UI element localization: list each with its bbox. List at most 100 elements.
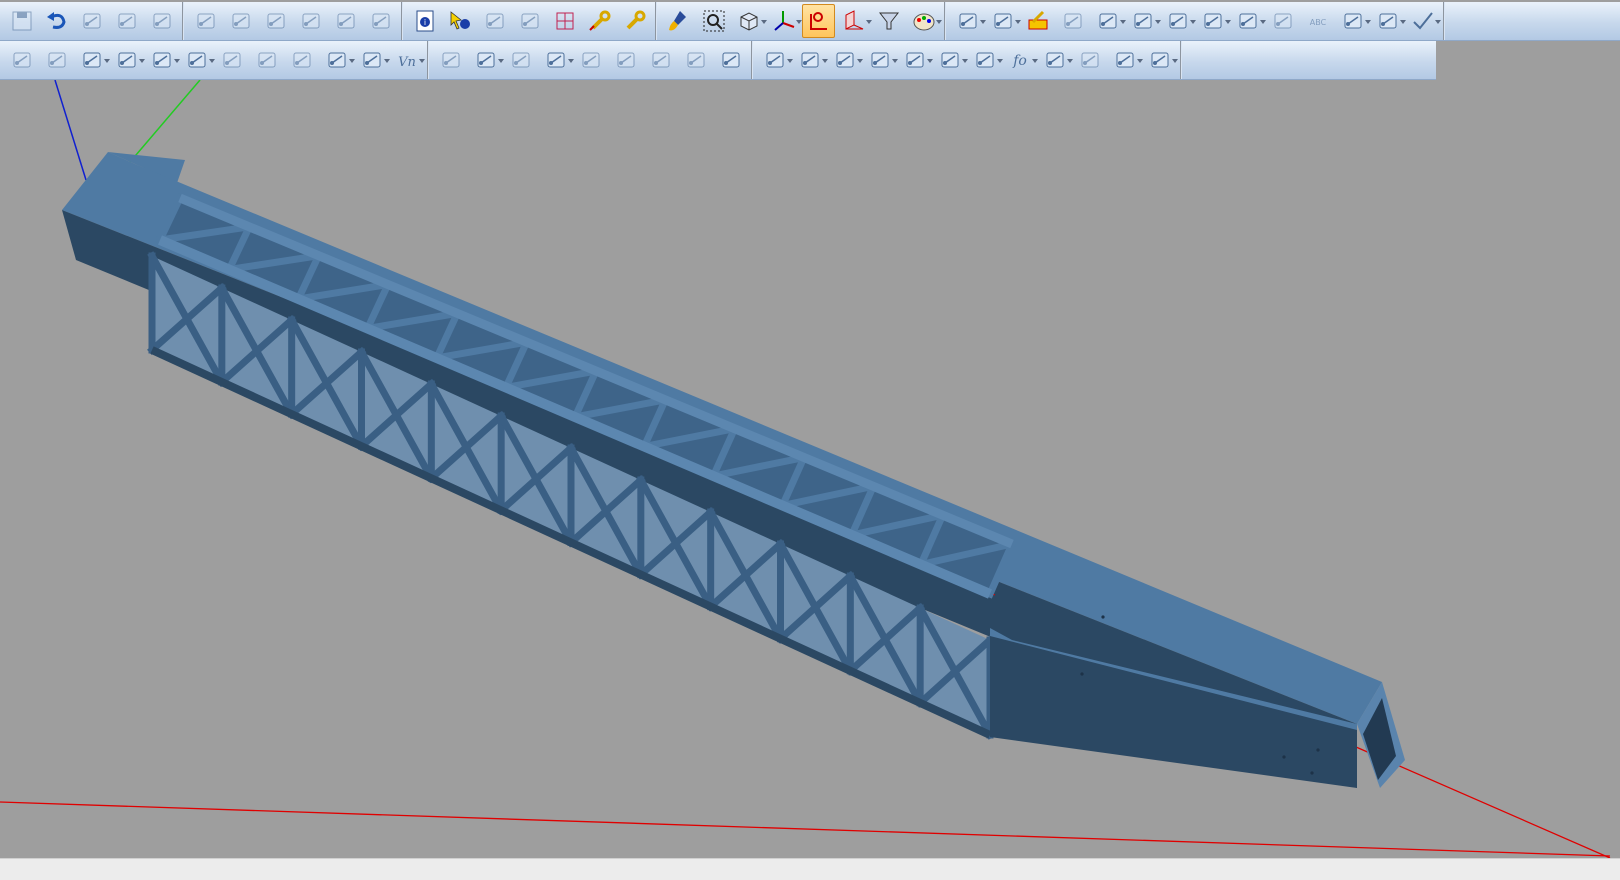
sketch-mirror-button[interactable] [259,4,292,38]
pen-button[interactable] [5,43,38,77]
scissor-icon [547,52,564,68]
array-button[interactable] [285,43,318,77]
pen-icon [13,52,30,68]
circle-button[interactable] [1126,4,1161,38]
checklist-button[interactable] [828,43,863,77]
model-scene[interactable] [0,80,1620,858]
grid-button[interactable] [548,4,581,38]
shaded-mode-button[interactable] [802,4,835,38]
view-cube-button[interactable] [732,4,767,38]
target-button[interactable] [513,4,546,38]
unfold-button[interactable] [714,43,747,77]
pattern-button[interactable] [250,43,283,77]
extrude-button[interactable] [180,43,215,77]
beam-button[interactable] [898,43,933,77]
toolbar-group-geometry: ABC [946,2,1445,40]
pencil-button[interactable] [1073,43,1106,77]
arc-button[interactable] [1161,4,1196,38]
cup-icon [363,52,380,68]
measure-button[interactable] [145,4,178,38]
bend-2-button[interactable] [609,43,642,77]
sketch-copy-icon [232,13,249,29]
hatch-button[interactable] [951,4,986,38]
color-palette-button[interactable] [907,4,942,38]
main-toolbar-row-1: i ABC [0,2,1620,41]
zoom-fit-icon [703,10,724,32]
sketch-copy-button[interactable] [224,4,257,38]
ellipse-button[interactable] [1231,4,1266,38]
properties-button[interactable] [75,4,108,38]
trim-button[interactable] [364,4,397,38]
polygon-button[interactable] [1196,4,1231,38]
barrier-button[interactable] [968,43,1003,77]
settings-button[interactable] [1143,43,1178,77]
copy-doc-button[interactable] [504,43,537,77]
text-icon: ABC [1309,18,1326,27]
point-button[interactable] [1371,4,1406,38]
check-icon [1412,12,1433,30]
gear-link-button[interactable] [793,43,828,77]
point-icon [1379,13,1396,29]
bend-1-button[interactable] [574,43,607,77]
move-point-button[interactable] [110,43,145,77]
sketch-edit-icon [197,13,214,29]
pick-info-button[interactable] [443,4,476,38]
svg-text:ABC: ABC [1309,18,1326,27]
paint-brush-button[interactable] [662,4,695,38]
save-button[interactable] [5,4,38,38]
spline-button[interactable] [1266,4,1299,38]
transform-button[interactable] [75,43,110,77]
zoom-fit-button[interactable] [697,4,730,38]
y-axis-line [129,80,201,163]
info-button[interactable]: i [408,4,441,38]
spring-button[interactable] [933,43,968,77]
document-icon [477,52,494,68]
query-tool-icon [442,52,459,68]
constraint-button[interactable] [294,4,327,38]
clone-button[interactable] [863,43,898,77]
toolbar-group-sketch [184,2,403,40]
variable-button[interactable]: Vn [390,43,425,77]
text-button[interactable]: ABC [1301,4,1334,38]
mounting-hole [1080,672,1084,676]
wrench-button[interactable] [618,4,651,38]
filter-button[interactable] [872,4,905,38]
query-button[interactable] [478,4,511,38]
bend-4-button[interactable] [679,43,712,77]
wrench-edit-button[interactable] [583,4,616,38]
matrix-button[interactable] [320,43,355,77]
check-button[interactable] [1406,4,1441,38]
light-button[interactable] [1038,43,1073,77]
query-tool-button[interactable] [434,43,467,77]
info-icon: i [416,10,433,32]
sketch-mirror-icon [267,13,284,29]
surface-button[interactable] [986,4,1021,38]
edit-part-button[interactable] [1021,4,1054,38]
undo-button[interactable] [40,4,73,38]
function-button[interactable]: fo [1003,43,1038,77]
line-edit-button[interactable] [145,43,180,77]
spline-icon [1274,13,1291,29]
mounting-hole [1316,748,1320,752]
bend-3-button[interactable] [644,43,677,77]
assembly-button[interactable] [758,43,793,77]
document-button[interactable] [469,43,504,77]
scissor-button[interactable] [539,43,574,77]
cup-button[interactable] [355,43,390,77]
table-button[interactable] [1336,4,1371,38]
line-button[interactable] [1091,4,1126,38]
layers-button[interactable] [40,43,73,77]
dimension-button[interactable] [329,4,362,38]
ruler-button[interactable] [1108,43,1143,77]
dimension-icon [337,13,354,29]
edit-part-icon [1028,10,1047,30]
line-icon [1099,13,1116,29]
axis-button[interactable] [767,4,802,38]
shell-button[interactable] [215,43,248,77]
mirror-part-button[interactable] [1056,4,1089,38]
print-button[interactable] [110,4,143,38]
sketch-edit-button[interactable] [189,4,222,38]
3d-viewport[interactable] [0,80,1620,858]
section-view-button[interactable] [837,4,872,38]
light-icon [1046,52,1063,68]
